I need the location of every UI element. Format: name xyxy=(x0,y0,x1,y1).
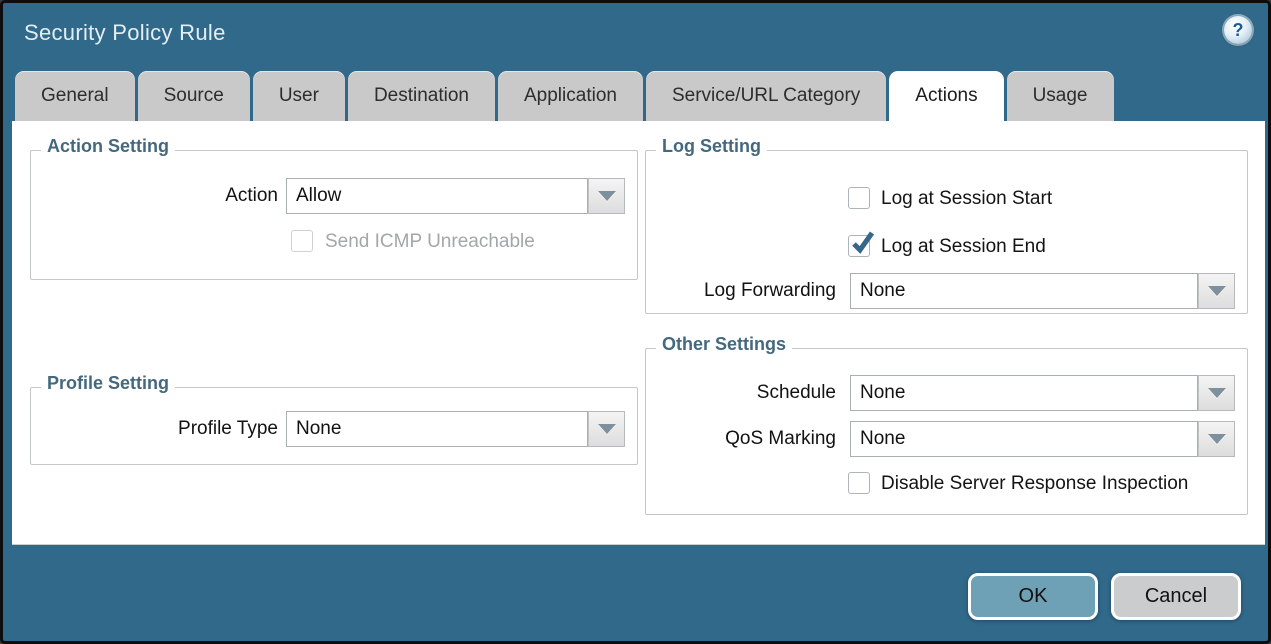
action-setting-group: Action Setting xyxy=(30,150,638,280)
tab-source[interactable]: Source xyxy=(138,71,250,121)
log-forwarding-dropdown[interactable]: None xyxy=(850,273,1235,309)
other-settings-legend: Other Settings xyxy=(656,334,792,355)
log-session-start-checkbox[interactable] xyxy=(848,187,870,209)
help-glyph: ? xyxy=(1233,21,1244,39)
schedule-dropdown-value[interactable]: None xyxy=(850,375,1198,411)
actions-tab-panel: Action Setting Action Allow Send ICMP Un… xyxy=(12,121,1265,545)
tab-service-url-category[interactable]: Service/URL Category xyxy=(646,71,886,121)
log-forwarding-dropdown-button[interactable] xyxy=(1198,273,1235,309)
profile-setting-legend: Profile Setting xyxy=(41,373,175,394)
send-icmp-checkbox xyxy=(291,230,313,252)
tab-destination[interactable]: Destination xyxy=(348,71,495,121)
action-label: Action xyxy=(78,178,278,214)
dialog-title: Security Policy Rule xyxy=(24,20,226,46)
disable-server-response-inspection-checkbox[interactable] xyxy=(848,472,870,494)
checkmark-icon xyxy=(850,231,876,257)
tab-general[interactable]: General xyxy=(15,71,135,121)
chevron-down-icon xyxy=(1208,388,1226,398)
profile-type-dropdown[interactable]: None xyxy=(286,411,625,447)
chevron-down-icon xyxy=(1208,286,1226,296)
security-policy-rule-dialog: Security Policy Rule ? General Source Us… xyxy=(0,0,1271,644)
help-icon[interactable]: ? xyxy=(1224,16,1252,44)
qos-marking-dropdown-button[interactable] xyxy=(1198,421,1235,457)
qos-marking-dropdown-value[interactable]: None xyxy=(850,421,1198,457)
action-setting-legend: Action Setting xyxy=(41,136,175,157)
tab-actions[interactable]: Actions xyxy=(889,71,1003,121)
send-icmp-label: Send ICMP Unreachable xyxy=(325,230,535,253)
log-forwarding-dropdown-value[interactable]: None xyxy=(850,273,1198,309)
log-session-end-checkbox[interactable] xyxy=(848,235,870,257)
log-session-end-label: Log at Session End xyxy=(881,235,1046,258)
tab-usage[interactable]: Usage xyxy=(1007,71,1114,121)
tab-user[interactable]: User xyxy=(253,71,345,121)
schedule-dropdown[interactable]: None xyxy=(850,375,1235,411)
chevron-down-icon xyxy=(598,191,616,201)
tab-bar: General Source User Destination Applicat… xyxy=(15,71,1114,121)
qos-marking-label: QoS Marking xyxy=(636,421,836,457)
chevron-down-icon xyxy=(598,424,616,434)
chevron-down-icon xyxy=(1208,434,1226,444)
log-setting-legend: Log Setting xyxy=(656,136,767,157)
cancel-button[interactable]: Cancel xyxy=(1111,573,1241,620)
log-forwarding-label: Log Forwarding xyxy=(636,273,836,309)
action-dropdown-button[interactable] xyxy=(588,178,625,214)
qos-marking-dropdown[interactable]: None xyxy=(850,421,1235,457)
profile-type-dropdown-button[interactable] xyxy=(588,411,625,447)
ok-button[interactable]: OK xyxy=(968,573,1098,620)
disable-server-response-inspection-label: Disable Server Response Inspection xyxy=(881,472,1188,495)
schedule-label: Schedule xyxy=(636,375,836,411)
action-dropdown[interactable]: Allow xyxy=(286,178,625,214)
profile-type-dropdown-value[interactable]: None xyxy=(286,411,588,447)
schedule-dropdown-button[interactable] xyxy=(1198,375,1235,411)
tab-application[interactable]: Application xyxy=(498,71,643,121)
log-session-start-label: Log at Session Start xyxy=(881,187,1052,210)
action-dropdown-value[interactable]: Allow xyxy=(286,178,588,214)
profile-type-label: Profile Type xyxy=(78,411,278,447)
